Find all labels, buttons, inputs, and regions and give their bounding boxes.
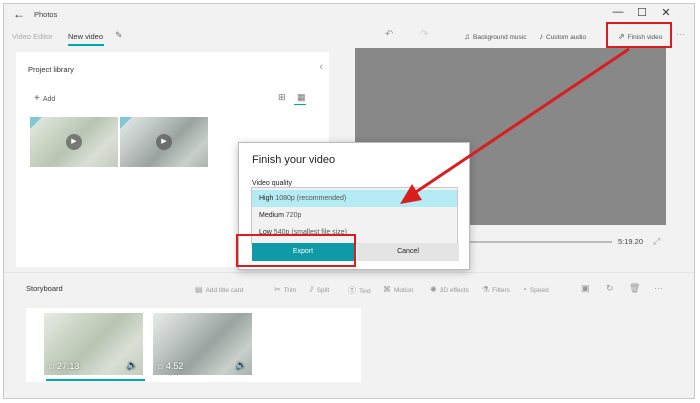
add-label: Add (42, 96, 56, 103)
custom-audio-button[interactable]: ♪ Custom audio (539, 32, 586, 41)
text-label: Text (359, 288, 371, 295)
added-to-storyboard-flag (30, 117, 42, 129)
option-detail: 1080p (recommended) (275, 195, 347, 202)
storyboard-panel: Storyboard ▤ Add title card ✂ Trim ⫽ Split … (4, 272, 694, 398)
app-title: Photos (34, 10, 58, 19)
maximize-icon[interactable]: ☐ (632, 6, 652, 19)
plus-icon: + (34, 93, 40, 104)
play-icon: ▶ (156, 134, 172, 150)
split-button[interactable]: ⫽ Split (310, 285, 329, 295)
3d-effects-label: 3D effects (439, 287, 469, 294)
quality-option-medium[interactable]: Medium 720p (252, 207, 457, 224)
video-clip-icon: □ (49, 362, 54, 371)
library-thumbnail[interactable]: ▶ (120, 117, 208, 167)
clip-duration-value: 4.52 (165, 361, 184, 371)
trim-label: Trim (283, 287, 297, 294)
export-highlight-box (236, 234, 356, 267)
background-music-button[interactable]: ♫ Background music (464, 32, 526, 41)
storyboard-title: Storyboard (26, 284, 63, 293)
quality-option-high[interactable]: High 1080p (recommended) (252, 190, 457, 207)
background-music-label: Background music (473, 34, 527, 41)
storyboard-track: □ 27.13 🔈 □ 4.52 🔈 (26, 308, 361, 382)
speed-icon: ◔ (522, 285, 527, 294)
photos-window: ← Photos — ☐ ✕ Video Editor New video ✎ … (3, 3, 695, 399)
add-button[interactable]: + Add (34, 93, 55, 104)
rotate-icon[interactable]: ↻ (606, 283, 614, 294)
clip-duration: □ 4.52 (158, 361, 183, 371)
volume-icon[interactable]: 🔈 (127, 360, 138, 371)
speed-label: Speed (529, 287, 549, 294)
video-quality-label: Video quality (252, 180, 292, 187)
storyboard-clip[interactable]: □ 27.13 🔈 (44, 313, 143, 375)
title-card-icon: ▤ (195, 285, 203, 294)
breadcrumb-project-name[interactable]: New video (68, 32, 103, 41)
redo-icon[interactable]: ↷ (420, 29, 428, 40)
minimize-icon[interactable]: — (608, 6, 628, 18)
cancel-button[interactable]: Cancel (357, 243, 459, 261)
fullscreen-icon[interactable]: ⤢ (653, 236, 660, 247)
rename-pencil-icon[interactable]: ✎ (115, 30, 123, 41)
storyboard-more-icon[interactable]: ··· (654, 283, 663, 293)
added-to-storyboard-flag (120, 117, 132, 129)
custom-audio-label: Custom audio (546, 34, 587, 41)
collapse-chevron-icon[interactable]: ‹ (319, 61, 323, 73)
close-icon[interactable]: ✕ (656, 6, 676, 19)
motion-icon: ⌘ (383, 285, 391, 294)
view-active-indicator (294, 104, 306, 105)
play-icon: ▶ (66, 134, 82, 150)
small-grid-view-icon[interactable]: ▦ (297, 92, 306, 103)
more-options-icon[interactable]: ··· (676, 29, 685, 39)
crop-resize-icon[interactable]: ▣ (581, 283, 590, 294)
text-icon: Ⓣ (348, 286, 356, 295)
motion-button[interactable]: ⌘ Motion (383, 285, 414, 294)
command-bar: Video Editor New video ✎ ↶ ↷ ♫ Background… (4, 26, 694, 46)
library-title: Project library (28, 65, 74, 74)
video-clip-icon: □ (158, 362, 163, 371)
split-icon: ⫽ (310, 285, 314, 294)
breadcrumb-video-editor[interactable]: Video Editor (12, 32, 53, 41)
option-level: High (259, 195, 274, 202)
motion-label: Motion (394, 287, 414, 294)
custom-audio-icon: ♪ (539, 32, 543, 41)
undo-icon[interactable]: ↶ (385, 29, 393, 40)
speed-button[interactable]: ◔ Speed (522, 285, 549, 294)
3d-effects-button[interactable]: ✺ 3D effects (430, 285, 469, 294)
finish-video-highlight-box (606, 22, 672, 48)
add-title-card-button[interactable]: ▤ Add title card (195, 285, 244, 294)
option-detail: 720p (285, 212, 302, 219)
trash-icon[interactable]: 🗑 (629, 283, 640, 294)
storyboard-clip[interactable]: □ 4.52 🔈 (153, 313, 252, 375)
filters-icon: ⚗ (482, 285, 490, 294)
large-grid-view-icon[interactable]: ⊞ (278, 92, 286, 103)
dialog-title: Finish your video (252, 154, 336, 166)
volume-icon[interactable]: 🔈 (236, 360, 247, 371)
option-level: Medium (259, 212, 284, 219)
library-thumbnail[interactable]: ▶ (30, 117, 118, 167)
breadcrumb-active-indicator (68, 44, 104, 46)
clip-duration-value: 27.13 (56, 361, 80, 371)
clip-duration: □ 27.13 (49, 361, 79, 371)
text-button[interactable]: Ⓣ Text (348, 285, 371, 296)
add-title-card-label: Add title card (205, 287, 244, 294)
seek-bar[interactable] (470, 241, 612, 243)
trim-icon: ✂ (274, 285, 281, 294)
trim-button[interactable]: ✂ Trim (274, 285, 296, 294)
3d-effects-icon: ✺ (430, 285, 437, 294)
back-arrow-icon[interactable]: ← (13, 7, 25, 21)
total-time: 5:19.20 (618, 237, 644, 246)
selected-clip-indicator (46, 379, 145, 381)
title-bar: ← Photos — ☐ ✕ (4, 4, 694, 26)
filters-button[interactable]: ⚗ Filters (482, 285, 510, 294)
filters-label: Filters (492, 287, 510, 294)
split-label: Split (316, 287, 330, 294)
music-note-icon: ♫ (464, 32, 470, 41)
